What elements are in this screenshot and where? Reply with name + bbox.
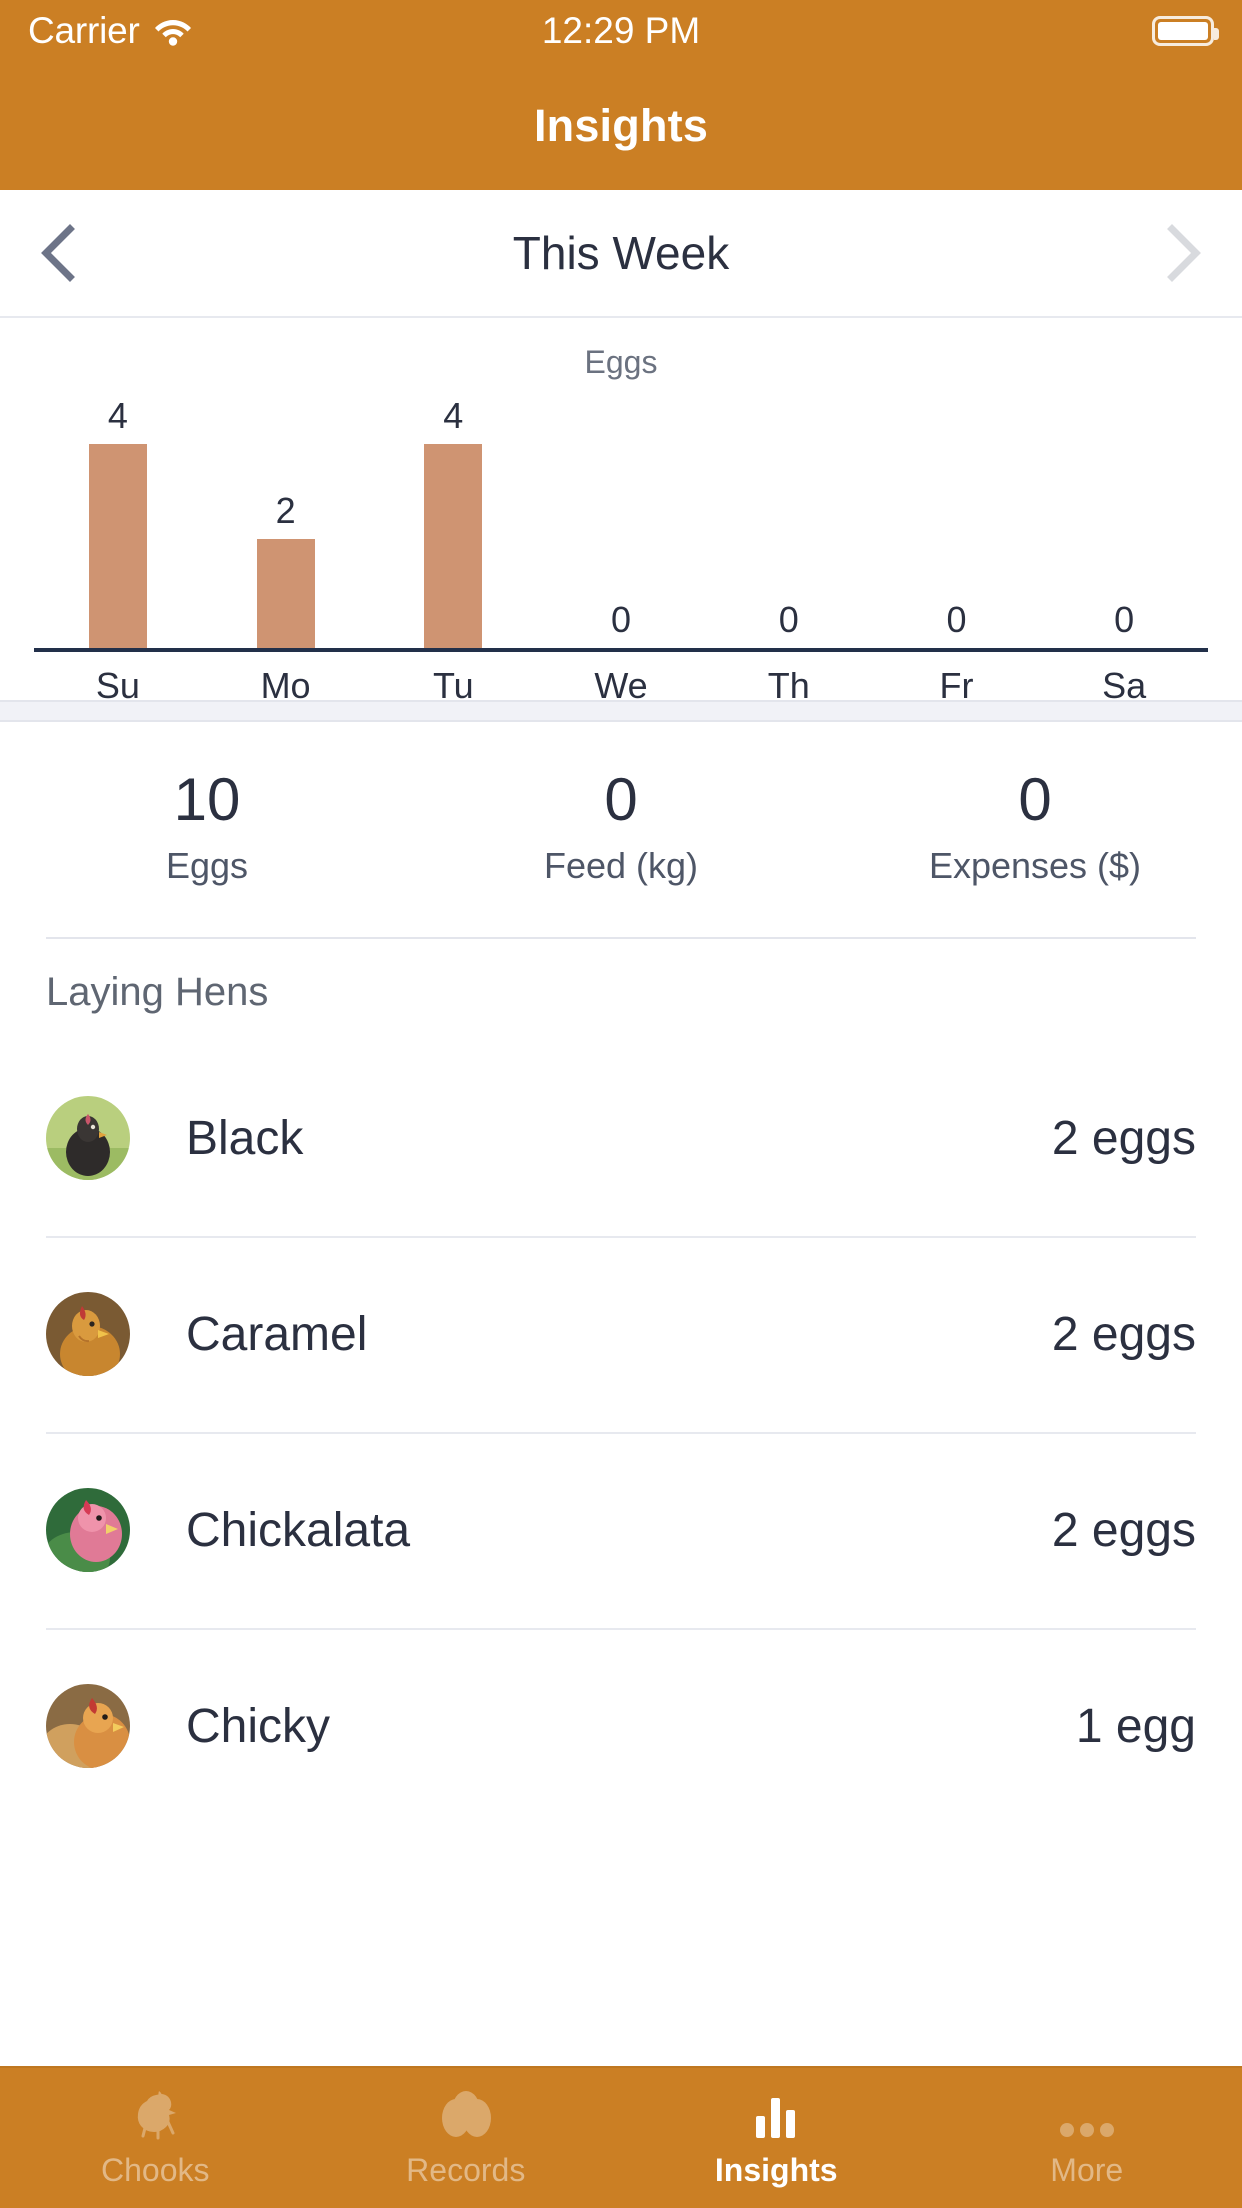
chart-bar [88,444,147,648]
prev-week-button[interactable] [0,190,120,316]
chart-bar-column: 2 [202,398,370,648]
app-screen: Carrier 12:29 PM Insights This Week Eggs… [0,0,1242,2208]
bar-chart-icon [752,2088,800,2140]
summary-stat-label: Eggs [165,845,249,886]
chart-bar-column: 0 [873,398,1041,648]
chart-bar-value: 4 [443,395,464,436]
chart-bars: 4 2 4 0 0 0 0 [34,398,1208,648]
summary-stat: 10 Eggs [0,740,414,887]
chart-plot-area: 4 2 4 0 0 0 0 [34,398,1208,648]
current-week-label: This Week [512,227,730,279]
chart-bar [256,539,315,648]
chicken-icon [128,2088,182,2140]
tab-insights[interactable]: Insights [621,2068,932,2208]
chart-axis-line [34,648,1208,652]
tab-label: More [1050,2151,1124,2188]
ellipsis-icon [1057,2088,1117,2140]
hen-list-item[interactable]: Chickalata 2 eggs [0,1432,1242,1628]
chart-bar-value: 0 [1114,599,1135,640]
bottom-tab-bar: Chooks Records Insights More [0,2066,1242,2208]
chart-bar-column: 0 [1040,398,1208,648]
eggs-icon [436,2088,496,2140]
chart-bar-value: 4 [107,395,128,436]
chart-bar-value: 0 [778,599,799,640]
battery-full-icon [1152,16,1219,46]
hen-egg-count: 1 egg [1075,1699,1196,1753]
chart-bar-column: 4 [369,398,537,648]
chart-bar [424,444,483,648]
summary-stats: 10 Eggs 0 Feed (kg) 0 Expenses ($) [0,740,1242,920]
chart-bar-value: 0 [611,599,632,640]
hen-egg-count: 2 eggs [1051,1307,1196,1361]
status-bar-clock: 12:29 PM [541,10,701,51]
chart-bar-column: 0 [537,398,705,648]
hen-photo-chicky-avatar [46,1684,130,1768]
laying-hens-list: Black 2 eggs Caramel 2 eggs Chickalata 2 eggs… [0,1040,1242,1824]
summary-stat: 0 Expenses ($) [828,740,1242,887]
hen-name: Caramel [186,1307,368,1361]
summary-stat-label: Expenses ($) [928,845,1142,886]
status-bar-right [1152,16,1219,46]
app-header: Carrier 12:29 PM Insights [0,0,1242,190]
status-bar: Carrier 12:29 PM [0,0,1242,62]
hen-egg-count: 2 eggs [1051,1503,1196,1557]
tab-more[interactable]: More [932,2068,1242,2208]
laying-hens-heading: Laying Hens [46,970,269,1014]
tab-label: Chooks [101,2151,210,2188]
hen-name: Black [186,1111,304,1165]
tab-label: Insights [714,2151,838,2188]
hen-egg-count: 2 eggs [1051,1111,1196,1165]
tab-label: Records [406,2151,526,2188]
summary-stat-value: 0 [604,766,638,833]
eggs-chart-card: Eggs 4240000 Su Mo Tu We Th Fr Sa [0,320,1242,706]
chart-bar-value: 0 [946,599,967,640]
next-week-button[interactable] [1122,190,1242,316]
hen-name: Chickalata [186,1503,411,1557]
summary-stat-value: 10 [173,766,241,833]
hen-list-item[interactable]: Chicky 1 egg [0,1628,1242,1824]
hen-photo-caramel-avatar [46,1292,130,1376]
tab-records[interactable]: Records [311,2068,622,2208]
summary-divider [46,937,1196,939]
chart-bar-column: 4 [34,398,202,648]
page-title: Insights [533,100,709,151]
hen-photo-black-avatar [46,1096,130,1180]
tab-chooks[interactable]: Chooks [0,2068,311,2208]
chart-bar-column: 0 [705,398,873,648]
summary-stat: 0 Feed (kg) [414,740,828,887]
chart-title: Eggs [584,344,658,380]
summary-stat-label: Feed (kg) [543,845,699,886]
hen-name: Chicky [186,1699,331,1753]
hen-list-item[interactable]: Caramel 2 eggs [0,1236,1242,1432]
hen-list-item[interactable]: Black 2 eggs [0,1040,1242,1236]
week-selector: This Week [0,190,1242,318]
hen-photo-chickalata-avatar [46,1488,130,1572]
section-separator-band [0,700,1242,722]
summary-stat-value: 0 [1018,766,1052,833]
chart-bar-value: 2 [275,490,296,531]
